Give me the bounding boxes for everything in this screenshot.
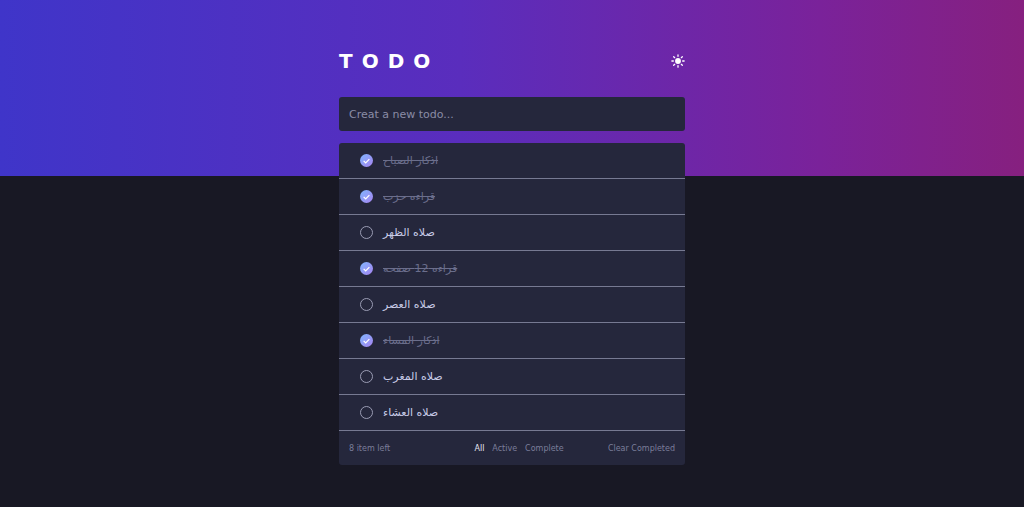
list-footer: 8 item left All Active Complete Clear Comple… xyxy=(339,431,685,465)
todo-checkbox[interactable] xyxy=(360,190,373,203)
check-icon xyxy=(363,338,370,344)
todo-text: قراءه حزب xyxy=(383,190,435,203)
todo-text: صلاه المغرب xyxy=(383,370,443,383)
app-title: TODO xyxy=(339,49,439,73)
theme-toggle-button[interactable] xyxy=(671,54,685,68)
todo-item[interactable]: صلاه الظهر xyxy=(339,215,685,251)
items-left: 8 item left xyxy=(349,444,390,453)
check-icon xyxy=(363,194,370,200)
todo-checkbox[interactable] xyxy=(360,406,373,419)
filter-button[interactable]: Complete xyxy=(525,444,564,453)
todo-text: قراءه 12 صفحه xyxy=(383,262,457,275)
todo-text: اذكار المساء xyxy=(383,334,439,347)
todo-list: اذكار الصباح قراءه حزب صلاه الظهر قراءه 12 … xyxy=(339,143,685,465)
new-todo-input[interactable] xyxy=(339,97,685,131)
todo-text: صلاه الظهر xyxy=(383,226,435,239)
todo-checkbox[interactable] xyxy=(360,262,373,275)
todo-checkbox[interactable] xyxy=(360,226,373,239)
todo-checkbox[interactable] xyxy=(360,154,373,167)
sun-icon xyxy=(671,54,685,68)
check-icon xyxy=(363,266,370,272)
todo-item[interactable]: اذكار الصباح xyxy=(339,143,685,179)
check-icon xyxy=(363,158,370,164)
todo-checkbox[interactable] xyxy=(360,298,373,311)
todo-item[interactable]: قراءه حزب xyxy=(339,179,685,215)
todo-checkbox[interactable] xyxy=(360,370,373,383)
todo-text: صلاه العصر xyxy=(383,298,436,311)
filter-button[interactable]: Active xyxy=(492,444,517,453)
todo-app: TODO اذكار الصباح قراءه حزب صلاه الظهر قراءه… xyxy=(339,46,685,465)
todo-item[interactable]: صلاه العصر xyxy=(339,287,685,323)
clear-completed-button[interactable]: Clear Completed xyxy=(608,444,675,453)
todo-checkbox[interactable] xyxy=(360,334,373,347)
todo-page: TODO اذكار الصباح قراءه حزب صلاه الظهر قراءه… xyxy=(0,0,1024,507)
todo-item[interactable]: قراءه 12 صفحه xyxy=(339,251,685,287)
todo-text: اذكار الصباح xyxy=(383,154,438,167)
filter-button[interactable]: All xyxy=(474,444,484,453)
header: TODO xyxy=(339,46,685,76)
todo-item[interactable]: اذكار المساء xyxy=(339,323,685,359)
filter-group: All Active Complete xyxy=(474,444,563,453)
todo-item[interactable]: صلاه المغرب xyxy=(339,359,685,395)
todo-item[interactable]: صلاه العشاء xyxy=(339,395,685,431)
todo-text: صلاه العشاء xyxy=(383,406,438,419)
